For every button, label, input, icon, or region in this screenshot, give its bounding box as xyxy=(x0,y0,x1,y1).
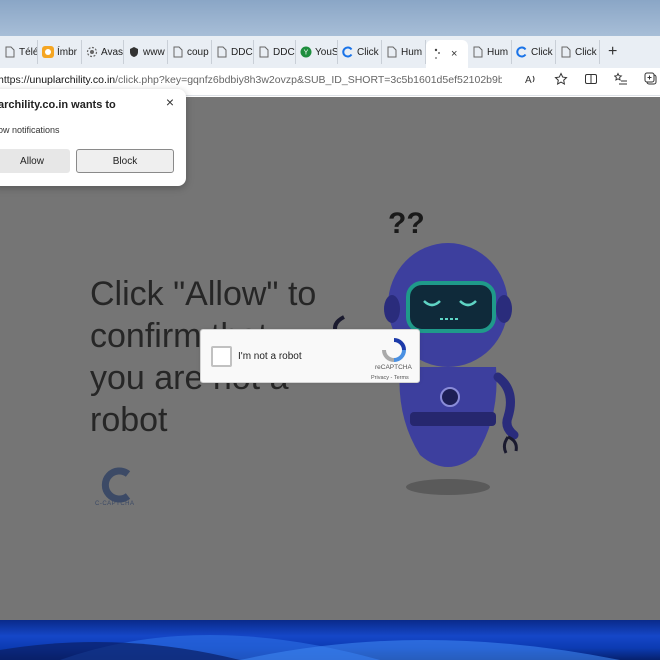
notification-permission-popup: archility.co.in wants to × ow notificati… xyxy=(0,89,186,186)
tab-label: DDC xyxy=(231,46,253,58)
desktop-wallpaper-top xyxy=(0,0,660,38)
tab-imbr[interactable]: Ímbr xyxy=(38,40,82,64)
collections-icon[interactable] xyxy=(644,72,658,89)
blue-c-favicon xyxy=(516,46,528,58)
page-icon xyxy=(472,46,484,58)
favorites-list-icon[interactable] xyxy=(613,72,628,89)
tab-label: Click xyxy=(357,46,379,58)
new-tab-button[interactable]: + xyxy=(608,43,617,61)
tab-label: coup xyxy=(187,46,209,58)
tab-ddc-1[interactable]: DDC xyxy=(212,40,254,64)
tab-hum-2[interactable]: Hum xyxy=(468,40,512,64)
read-aloud-icon[interactable]: A xyxy=(524,72,538,89)
robot-left-ear xyxy=(384,295,400,323)
tab-tele[interactable]: Télé xyxy=(0,40,38,64)
browser-toolbar: A xyxy=(524,72,658,89)
page-icon xyxy=(258,46,270,58)
orange-favicon xyxy=(42,46,54,58)
url-text[interactable]: https://unuplarchility.co.in/click.php?k… xyxy=(0,74,502,86)
tab-avas[interactable]: Avas xyxy=(82,40,124,64)
blue-c-favicon xyxy=(342,46,354,58)
tab-label: DDC xyxy=(273,46,295,58)
tab-label: Avas xyxy=(101,46,124,58)
svg-text:A: A xyxy=(525,75,532,86)
tab-label: Click xyxy=(531,46,553,58)
wallpaper-bloom-shape xyxy=(0,635,620,660)
tab-active[interactable]: × xyxy=(426,40,468,68)
robot-right-claw xyxy=(502,435,518,454)
robot-shadow xyxy=(406,479,490,495)
robot-belt xyxy=(410,412,496,426)
windows-wallpaper-bottom xyxy=(0,620,660,660)
tab-strip: Télé Ímbr Avas www coup DDC DDC Y YouS C… xyxy=(0,36,660,68)
tab-click-2[interactable]: Click xyxy=(512,40,556,64)
recaptcha-logo-icon xyxy=(382,338,406,362)
url-scheme: https:// xyxy=(0,74,30,86)
tab-hum-1[interactable]: Hum xyxy=(382,40,426,64)
favorite-star-icon[interactable] xyxy=(554,72,568,89)
page-icon xyxy=(172,46,184,58)
close-icon[interactable]: × xyxy=(166,94,174,110)
question-marks-icon: ?? xyxy=(388,207,425,240)
loading-icon xyxy=(430,48,442,60)
c-captcha-logo-text: C-CAPTCHA xyxy=(95,501,135,507)
page-icon xyxy=(560,46,572,58)
tab-label: Ímbr xyxy=(57,46,77,58)
green-circle-favicon: Y xyxy=(300,46,312,58)
svg-text:Y: Y xyxy=(304,50,309,57)
tab-label: Hum xyxy=(401,46,423,58)
url-path: /click.php?key=gqnfz6bdbiy8h3w2ovzp&SUB_… xyxy=(115,74,502,86)
tab-label: Hum xyxy=(487,46,509,58)
notification-title: archility.co.in wants to xyxy=(0,99,116,111)
tab-click-1[interactable]: Click xyxy=(338,40,382,64)
page-icon xyxy=(216,46,228,58)
tab-www[interactable]: www xyxy=(124,40,168,64)
recaptcha-label: I'm not a robot xyxy=(238,351,302,362)
allow-button[interactable]: Allow xyxy=(0,149,70,173)
split-screen-icon[interactable] xyxy=(584,72,598,89)
recaptcha-privacy-terms[interactable]: Privacy - Terms xyxy=(371,375,409,381)
recaptcha-checkbox[interactable] xyxy=(211,346,232,367)
robot-right-ear xyxy=(496,295,512,323)
shield-favicon xyxy=(128,46,140,58)
tab-yous[interactable]: Y YouS xyxy=(296,40,338,64)
page-icon xyxy=(4,46,16,58)
tab-label: www xyxy=(143,46,165,58)
notification-description: ow notifications xyxy=(0,125,60,135)
url-host: unuplarchility.co.in xyxy=(29,74,116,86)
tab-coup[interactable]: coup xyxy=(168,40,212,64)
robot-right-arm xyxy=(493,372,519,440)
tab-ddc-2[interactable]: DDC xyxy=(254,40,296,64)
browser-window: Télé Ímbr Avas www coup DDC DDC Y YouS C… xyxy=(0,36,660,620)
tab-label: Télé xyxy=(19,46,38,58)
close-tab-icon[interactable]: × xyxy=(451,48,457,60)
tab-click-3[interactable]: Click xyxy=(556,40,600,64)
robot-visor xyxy=(406,281,496,333)
tab-label: YouS xyxy=(315,46,338,58)
block-button[interactable]: Block xyxy=(76,149,174,173)
tab-label: Click xyxy=(575,46,597,58)
robot-chest-light xyxy=(440,387,460,407)
page-icon xyxy=(386,46,398,58)
recaptcha-brand: reCAPTCHA xyxy=(375,364,412,371)
recaptcha-widget: I'm not a robot reCAPTCHA Privacy - Term… xyxy=(200,329,420,383)
gear-favicon xyxy=(86,46,98,58)
